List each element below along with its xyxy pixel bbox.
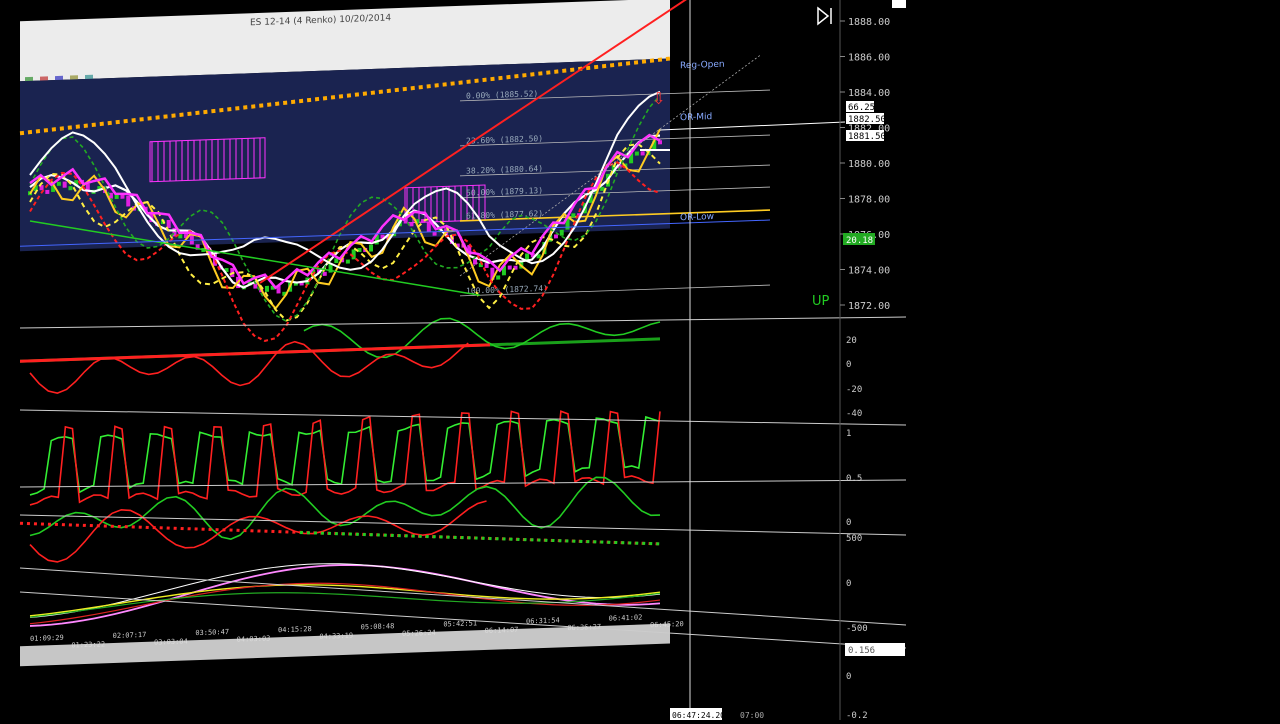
osc-tick-label: 500 [846,534,862,544]
time-tick-label: 02:07:17 [113,631,147,640]
osc-tick-label: 0 [846,518,851,528]
osc-tick-label: 1 [846,429,851,439]
candle [553,234,558,239]
osc-tick-label: -20 [846,385,862,395]
osc4-badge: 0.156 [848,646,875,656]
chart-canvas: ES 12-14 (4 Renko) 10/20/2014 0.00% (188… [19,0,1280,721]
corner-mark [892,0,906,8]
candle [45,189,50,195]
badge-p3: 1881.50 [848,132,886,142]
candle [322,271,327,276]
candle [62,181,67,188]
level-label-reg-open: Reg-Open [680,60,725,72]
candle [68,186,73,191]
candle [114,194,119,200]
osc-tick-label: -500 [846,624,868,634]
price-tick-label: 1874.00 [848,266,890,277]
candle [120,194,125,199]
candle [640,151,645,156]
candle [426,222,431,232]
time-tick-label: 06:41:02 [609,614,643,623]
candle [484,262,489,268]
time-tick-label: 05:08:48 [361,622,395,631]
osc-tick-label: 0 [846,672,851,682]
status-strip [20,623,670,667]
price-badges: 66.25 1882.50 1881.50 20.18 [843,101,886,246]
down-arrow-icon: ⇩ [652,89,665,108]
time-tick-label: 03:50:47 [195,628,229,637]
candle [496,275,501,280]
candle [351,249,356,260]
candle [345,259,350,264]
osc-tick-label: 0 [846,360,851,370]
osc-tick-label: -40 [846,409,862,419]
time-tick-label: 01:09:29 [30,634,64,643]
price-tick-label: 1872.00 [848,301,890,312]
badge-p2: 1882.50 [848,115,886,125]
candle [56,181,61,186]
time-axis-next: 07:00 [740,711,764,720]
candle [600,186,605,191]
chart-window: ES 12-14 (4 Renko) 10/20/2014 0.00% (188… [0,0,1280,721]
osc-tick-label: 20 [846,336,857,346]
badge-p1: 66.25 [848,103,875,113]
candle [571,213,576,218]
candle [409,222,414,227]
price-axis: 1888.001886.001884.001882.001880.001878.… [840,17,890,312]
candle [559,229,564,236]
osc2-panel [29,410,661,506]
time-tick-label: 04:15:28 [278,625,312,634]
badge-p4: 20.18 [846,236,873,246]
candle [634,151,639,156]
right-margin [906,0,1280,720]
candle [369,244,374,252]
trend-label: UP [812,294,830,309]
skip-forward-icon[interactable] [817,6,832,26]
candle [264,285,269,292]
price-tick-label: 1880.00 [848,159,890,170]
main-panel-bg [20,58,670,252]
price-tick-label: 1878.00 [848,195,890,206]
candle [126,195,131,207]
osc-tick-label: 0.5 [846,474,862,484]
level-label-or-mid: OR-Mid [680,112,712,123]
osc3-panel [19,476,661,563]
osc-axes: 20 0 -20 -40 1 0.5 0 500 0 -500 0 -0.2 [846,336,868,721]
level-label-or-low: OR-Low [680,212,714,223]
crosshair-time: 06:47:24.20 [672,711,725,720]
price-tick-label: 1884.00 [848,88,890,99]
price-tick-label: 1888.00 [848,17,890,28]
osc-tick-label: 0 [846,579,851,589]
osc-tick-label: -0.2 [846,711,868,720]
candle [507,265,512,270]
price-tick-label: 1886.00 [848,53,890,64]
